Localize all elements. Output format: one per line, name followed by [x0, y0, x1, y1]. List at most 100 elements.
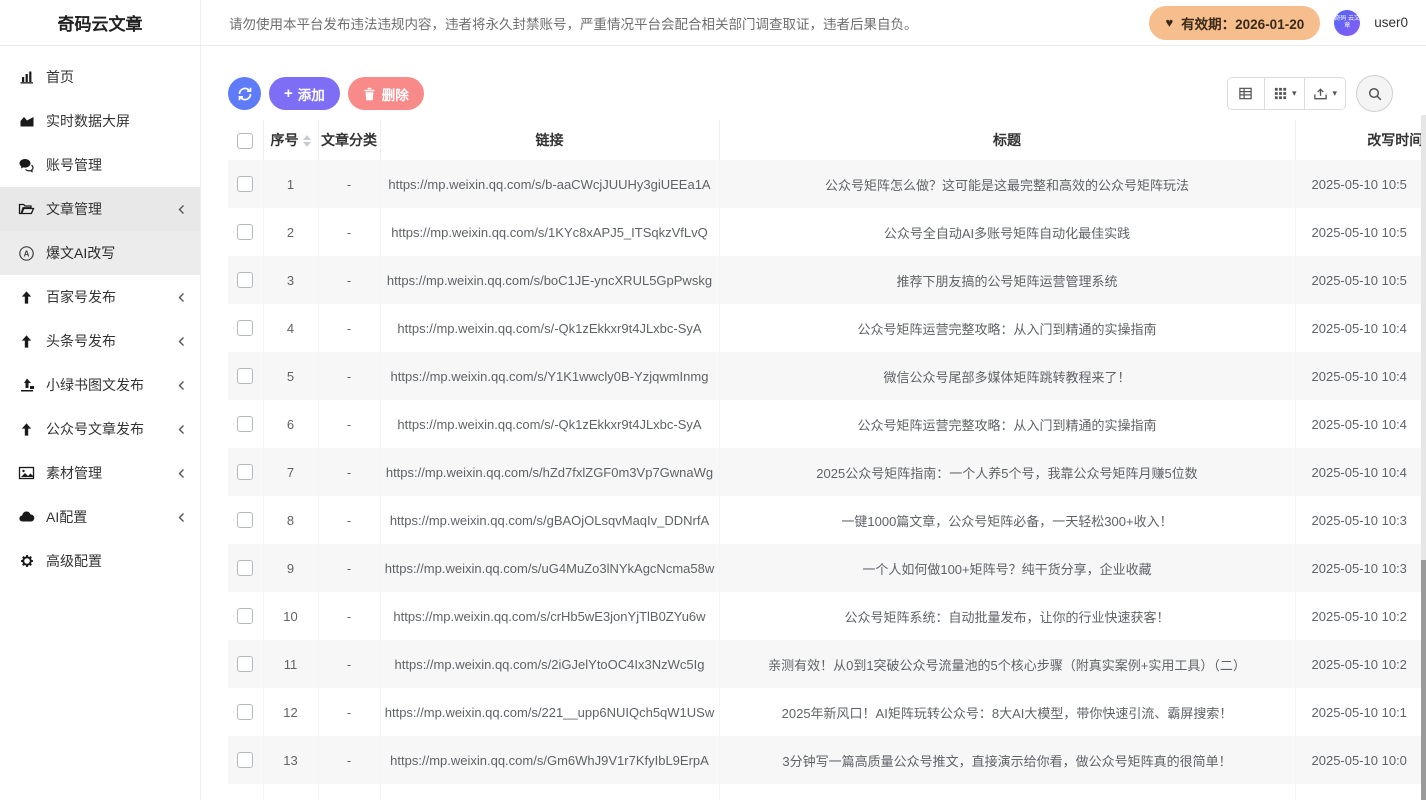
- arrow-up-icon: [18, 289, 35, 306]
- sidebar-item-3[interactable]: 账号管理: [0, 143, 200, 187]
- cell-title: 公众号矩阵系统：自动批量发布，让你的行业快速获客！: [719, 592, 1295, 640]
- refresh-button[interactable]: [228, 77, 261, 110]
- row-checkbox[interactable]: [237, 224, 253, 240]
- table-row[interactable]: 4-https://mp.weixin.qq.com/s/-Qk1zEkkxr9…: [228, 304, 1426, 352]
- sidebar-item-6[interactable]: 百家号发布: [0, 275, 200, 319]
- row-checkbox[interactable]: [237, 608, 253, 624]
- row-checkbox[interactable]: [237, 656, 253, 672]
- add-button-label: 添加: [298, 84, 325, 104]
- sidebar-item-5[interactable]: A爆文AI改写: [0, 231, 200, 275]
- cell-category: -: [318, 160, 380, 208]
- gear-icon: [18, 553, 35, 570]
- table-row[interactable]: 9-https://mp.weixin.qq.com/s/uG4MuZo3lNY…: [228, 544, 1426, 592]
- sidebar-item-4[interactable]: 文章管理: [0, 187, 200, 231]
- cell-link: https://mp.weixin.qq.com/s/uG4MuZo3lNYkA…: [380, 544, 719, 592]
- row-checkbox[interactable]: [237, 416, 253, 432]
- row-checkbox[interactable]: [237, 464, 253, 480]
- chart-area-icon: [18, 113, 35, 130]
- cell-link: https://mp.weixin.qq.com/s/b-aaCWcjJUUHy…: [380, 160, 719, 208]
- cell-link: https://mp.weixin.qq.com/s/221__upp6NUIQ…: [380, 688, 719, 736]
- table-row[interactable]: 13-https://mp.weixin.qq.com/s/Gm6WhJ9V1r…: [228, 736, 1426, 784]
- username[interactable]: user0: [1374, 15, 1408, 30]
- articles-table: 序号 文章分类 链接 标题 改写时间 1-https://mp.weixin.q…: [228, 120, 1426, 800]
- add-button[interactable]: + 添加: [269, 77, 340, 110]
- table-row[interactable]: 11-https://mp.weixin.qq.com/s/2iGJelYtoO…: [228, 640, 1426, 688]
- export-button[interactable]: ▾: [1305, 78, 1345, 109]
- delete-button[interactable]: 删除: [348, 77, 424, 110]
- cell-category: -: [318, 496, 380, 544]
- cell-link: https://mp.weixin.qq.com/s/1KYc8xAPJ5_IT…: [380, 208, 719, 256]
- sidebar-item-10[interactable]: 素材管理: [0, 451, 200, 495]
- sidebar-item-2[interactable]: 实时数据大屏: [0, 99, 200, 143]
- table-row[interactable]: 7-https://mp.weixin.qq.com/s/hZd7fxlZGF0…: [228, 448, 1426, 496]
- app-logo: 奇码云文章: [0, 0, 201, 45]
- select-all-checkbox[interactable]: [237, 133, 253, 149]
- table-row[interactable]: 14-https://mp.weixin.qq.com/s/pTEVkfqnia…: [228, 784, 1426, 800]
- sidebar-item-label: 小绿书图文发布: [46, 375, 177, 395]
- search-button[interactable]: [1356, 75, 1393, 112]
- sidebar-item-label: 百家号发布: [46, 287, 177, 307]
- cell-time: 2025-05-10 10:4: [1295, 304, 1426, 352]
- main-content: + 添加 删除: [200, 45, 1426, 800]
- table-row[interactable]: 8-https://mp.weixin.qq.com/s/gBAOjOLsqvM…: [228, 496, 1426, 544]
- cell-time: 2025-05-10 10:4: [1295, 448, 1426, 496]
- cell-num: 8: [263, 496, 318, 544]
- table-controls: ▾ ▾: [1227, 75, 1393, 112]
- table-row[interactable]: 1-https://mp.weixin.qq.com/s/b-aaCWcjJUU…: [228, 160, 1426, 208]
- sidebar-item-9[interactable]: 公众号文章发布: [0, 407, 200, 451]
- sidebar-item-7[interactable]: 头条号发布: [0, 319, 200, 363]
- table-row[interactable]: 10-https://mp.weixin.qq.com/s/crHb5wE3jo…: [228, 592, 1426, 640]
- platform-notice: 请勿使用本平台发布违法违规内容，违者将永久封禁账号，严重情况平台会配合相关部门调…: [201, 13, 1149, 33]
- table-row[interactable]: 3-https://mp.weixin.qq.com/s/boC1JE-yncX…: [228, 256, 1426, 304]
- column-header-title: 标题: [719, 120, 1295, 160]
- sidebar-item-8[interactable]: 小绿书图文发布: [0, 363, 200, 407]
- cell-link: https://mp.weixin.qq.com/s/boC1JE-yncXRU…: [380, 256, 719, 304]
- row-checkbox[interactable]: [237, 272, 253, 288]
- cell-link: https://mp.weixin.qq.com/s/-Qk1zEkkxr9t4…: [380, 400, 719, 448]
- chevron-left-icon: [177, 204, 186, 215]
- sidebar-item-label: 头条号发布: [46, 331, 177, 351]
- heart-icon: ♥: [1165, 16, 1173, 29]
- cell-link: https://mp.weixin.qq.com/s/gBAOjOLsqvMaq…: [380, 496, 719, 544]
- row-checkbox[interactable]: [237, 752, 253, 768]
- cell-link: https://mp.weixin.qq.com/s/2iGJelYtoOC4I…: [380, 640, 719, 688]
- cell-title: 公众号矩阵运营完整攻略：从入门到精通的实操指南: [719, 304, 1295, 352]
- row-checkbox[interactable]: [237, 704, 253, 720]
- columns-toggle-button[interactable]: [1228, 78, 1265, 109]
- table-row[interactable]: 12-https://mp.weixin.qq.com/s/221__upp6N…: [228, 688, 1426, 736]
- cell-num: 10: [263, 592, 318, 640]
- cell-title: 2025年新风口！AI矩阵玩转公众号：8大AI大模型，带你快速引流、霸屏搜索！: [719, 688, 1295, 736]
- sidebar-item-label: 账号管理: [46, 155, 186, 175]
- sidebar-item-12[interactable]: 高级配置: [0, 539, 200, 583]
- chevron-left-icon: [177, 292, 186, 303]
- sidebar-item-1[interactable]: 首页: [0, 55, 200, 99]
- cell-category: -: [318, 736, 380, 784]
- view-options-group: ▾ ▾: [1227, 77, 1346, 110]
- cell-category: -: [318, 208, 380, 256]
- column-header-num[interactable]: 序号: [263, 120, 318, 160]
- cell-category: -: [318, 448, 380, 496]
- cell-title: 公众号矩阵怎么做？这可能是这最完整和高效的公众号矩阵玩法: [719, 160, 1295, 208]
- chevron-left-icon: [177, 512, 186, 523]
- row-checkbox[interactable]: [237, 560, 253, 576]
- sidebar-item-11[interactable]: AI配置: [0, 495, 200, 539]
- search-icon: [1367, 86, 1383, 102]
- row-checkbox[interactable]: [237, 368, 253, 384]
- grid-view-button[interactable]: ▾: [1265, 78, 1306, 109]
- cell-category: -: [318, 640, 380, 688]
- cell-num: 12: [263, 688, 318, 736]
- vertical-scrollbar-thumb[interactable]: [1421, 560, 1426, 800]
- cell-num: 6: [263, 400, 318, 448]
- row-checkbox[interactable]: [237, 176, 253, 192]
- avatar[interactable]: 奇码 云文章: [1334, 10, 1360, 36]
- row-checkbox[interactable]: [237, 320, 253, 336]
- table-row[interactable]: 6-https://mp.weixin.qq.com/s/-Qk1zEkkxr9…: [228, 400, 1426, 448]
- table-row[interactable]: 5-https://mp.weixin.qq.com/s/Y1K1wwcly0B…: [228, 352, 1426, 400]
- table-row[interactable]: 2-https://mp.weixin.qq.com/s/1KYc8xAPJ5_…: [228, 208, 1426, 256]
- sort-icon[interactable]: [303, 135, 311, 147]
- sidebar-item-label: 素材管理: [46, 463, 177, 483]
- cell-time: 2025-05-10 10:0: [1295, 784, 1426, 800]
- cell-num: 3: [263, 256, 318, 304]
- row-checkbox[interactable]: [237, 512, 253, 528]
- arrow-up-icon: [18, 421, 35, 438]
